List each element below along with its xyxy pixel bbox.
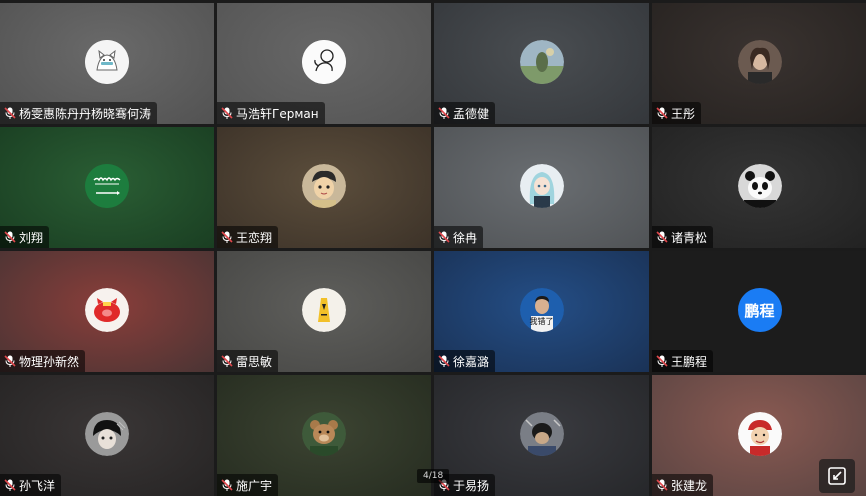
- text-avatar-label: 鹏程: [744, 301, 775, 320]
- person-caption-icon: 我错了: [519, 288, 564, 332]
- page-indicator: 4/18: [417, 469, 450, 483]
- mic-muted-icon: [4, 479, 16, 491]
- participant-name-tag: 王彤: [652, 102, 702, 124]
- participant-name: 张建龙: [671, 478, 708, 493]
- mic-muted-icon: [221, 231, 233, 243]
- participant-name-tag: 徐冉: [434, 226, 484, 248]
- participant-tile[interactable]: 徐冉: [434, 127, 649, 248]
- mic-muted-icon: [221, 355, 233, 367]
- participant-name: 于易扬: [453, 478, 490, 493]
- participant-tile[interactable]: 王彤: [652, 3, 866, 124]
- exit-fullscreen-icon: [828, 467, 846, 485]
- mic-muted-icon: [221, 479, 233, 491]
- one-piece-character-icon: [737, 412, 782, 456]
- participant-name-tag: 孙飞洋: [0, 474, 62, 496]
- person-photo-icon: [737, 40, 782, 84]
- participant-grid: 杨雯惠陈丹丹杨晓骞何涛 马浩轩Герман 孟德健 王彤 刘翔 王恋翔 徐冉 诸…: [0, 0, 866, 496]
- participant-name: 王彤: [671, 106, 696, 121]
- participant-tile[interactable]: 于易扬: [434, 375, 649, 496]
- wet-floor-sign-icon: [302, 288, 346, 332]
- participant-tile[interactable]: 施广宇: [217, 375, 431, 496]
- participant-tile[interactable]: 鹏程 王鹏程: [652, 251, 866, 372]
- mic-muted-icon: [438, 107, 450, 119]
- mic-muted-icon: [221, 107, 233, 119]
- participant-tile[interactable]: 刘翔: [0, 127, 214, 248]
- participant-name: 物理孙新然: [19, 354, 80, 369]
- participant-name: 孙飞洋: [19, 478, 56, 493]
- mic-muted-icon: [656, 231, 668, 243]
- participant-name: 诸青松: [671, 230, 708, 245]
- participant-name-tag: 施广宇: [217, 474, 279, 496]
- participant-name-tag: 徐嘉潞: [434, 350, 496, 372]
- text-avatar-icon: 鹏程: [737, 288, 782, 332]
- participant-name-tag: 雷思敏: [217, 350, 279, 372]
- participant-name-tag: 王鹏程: [652, 350, 714, 372]
- participant-name: 孟德健: [453, 106, 490, 121]
- participant-name: 王恋翔: [236, 230, 273, 245]
- mic-muted-icon: [656, 355, 668, 367]
- mic-muted-icon: [4, 107, 16, 119]
- participant-name-tag: 物理孙新然: [0, 350, 86, 372]
- participant-name: 徐嘉潞: [453, 354, 490, 369]
- participant-tile[interactable]: 孙飞洋: [0, 375, 214, 496]
- participant-name: 雷思敏: [236, 354, 273, 369]
- participant-name-tag: 杨雯惠陈丹丹杨晓骞何涛: [0, 102, 158, 124]
- participant-tile[interactable]: 马浩轩Герман: [217, 3, 431, 124]
- participant-name-tag: 孟德健: [434, 102, 496, 124]
- mic-muted-icon: [438, 231, 450, 243]
- panda-icon: [737, 164, 782, 208]
- mic-muted-icon: [4, 355, 16, 367]
- participant-name-tag: 张建龙: [652, 474, 714, 496]
- participant-tile[interactable]: 诸青松: [652, 127, 866, 248]
- person-photo-icon: [519, 412, 564, 456]
- doodle-character-icon: [302, 40, 346, 84]
- cat-cartoon-icon: [85, 40, 129, 84]
- participant-tile[interactable]: 我错了 徐嘉潞: [434, 251, 649, 372]
- participant-name: 刘翔: [19, 230, 44, 245]
- teddy-bear-icon: [302, 412, 346, 456]
- dark-anime-icon: [85, 412, 129, 456]
- participant-tile[interactable]: 孟德健: [434, 3, 649, 124]
- participant-name: 徐冉: [453, 230, 478, 245]
- participant-name: 王鹏程: [671, 354, 708, 369]
- mic-muted-icon: [4, 231, 16, 243]
- mic-muted-icon: [656, 107, 668, 119]
- anime-girl-icon: [519, 164, 564, 208]
- painting-photo-icon: [519, 40, 564, 84]
- participant-tile[interactable]: 杨雯惠陈丹丹杨晓骞何涛: [0, 3, 214, 124]
- participant-name-tag: 马浩轩Герман: [217, 102, 325, 124]
- participant-name: 马浩轩Герман: [236, 106, 319, 121]
- participant-tile[interactable]: 物理孙新然: [0, 251, 214, 372]
- participant-name: 杨雯惠陈丹丹杨晓骞何涛: [19, 106, 152, 121]
- mic-muted-icon: [438, 355, 450, 367]
- exit-fullscreen-button[interactable]: [819, 459, 855, 493]
- participant-name-tag: 王恋翔: [217, 226, 279, 248]
- page-indicator-text: 4/18: [423, 471, 444, 481]
- saudi-flag-icon: [85, 164, 129, 208]
- mic-muted-icon: [656, 479, 668, 491]
- participant-name-tag: 诸青松: [652, 226, 714, 248]
- participant-tile[interactable]: 王恋翔: [217, 127, 431, 248]
- participant-name-tag: 刘翔: [0, 226, 50, 248]
- red-pig-icon: [85, 288, 129, 332]
- avatar-caption: 我错了: [529, 317, 554, 326]
- participant-tile[interactable]: 雷思敏: [217, 251, 431, 372]
- participant-name: 施广宇: [236, 478, 273, 493]
- anime-boy-icon: [302, 164, 346, 208]
